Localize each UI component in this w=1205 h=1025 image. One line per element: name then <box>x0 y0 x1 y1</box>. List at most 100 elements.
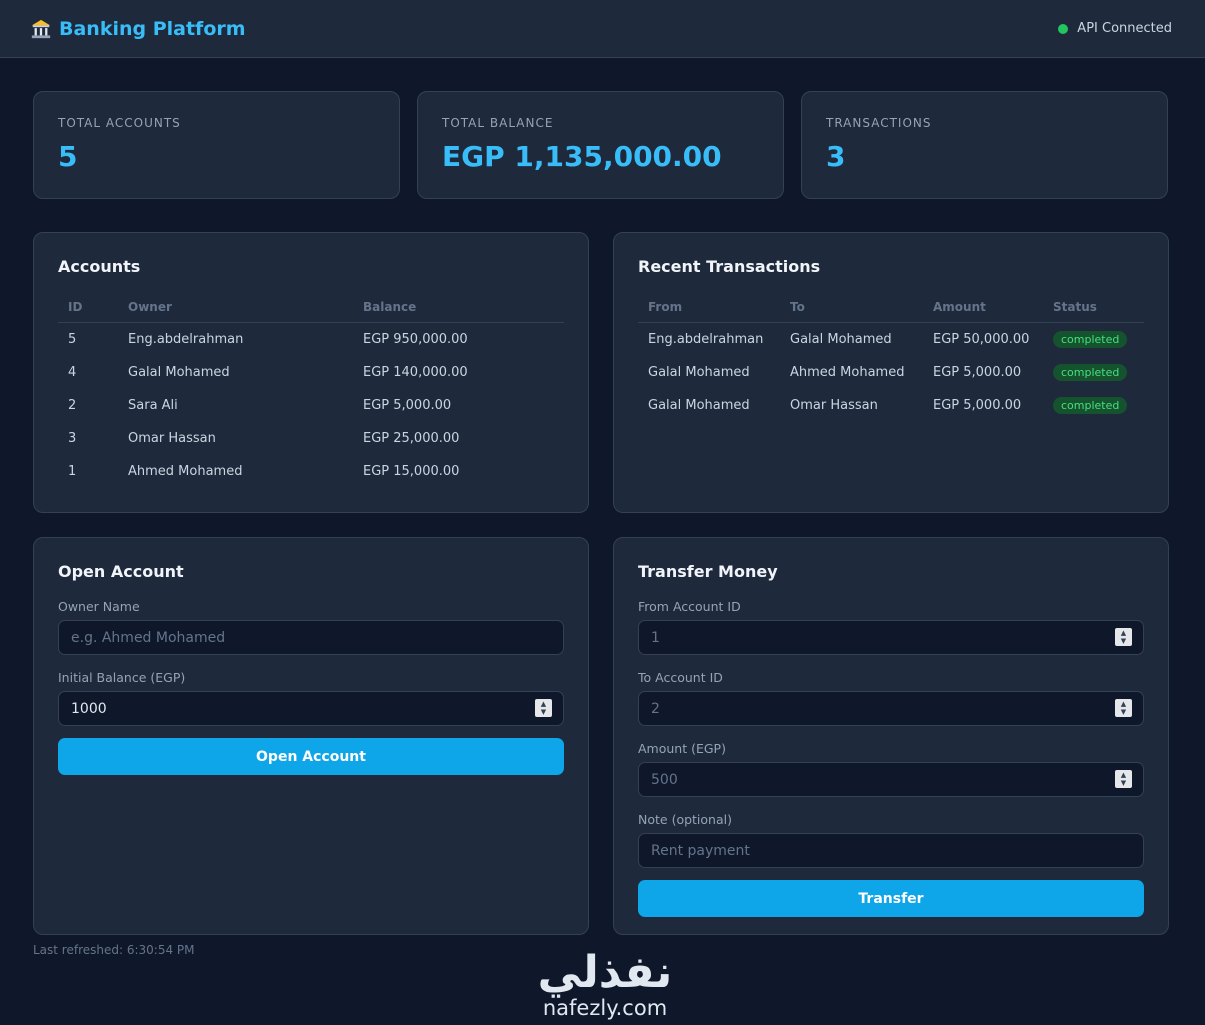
column-header-owner: Owner <box>118 300 353 323</box>
note-input[interactable] <box>638 833 1144 868</box>
account-balance: EGP 5,000.00 <box>363 397 452 413</box>
transfer-button[interactable]: Transfer <box>638 880 1144 917</box>
number-spinner[interactable]: ▲ ▼ <box>1115 628 1132 646</box>
last-refreshed: Last refreshed: 6:30:54 PM <box>33 943 195 957</box>
amount-input[interactable] <box>638 762 1144 797</box>
transaction-from: Galal Mohamed <box>648 397 750 413</box>
transaction-to: Galal Mohamed <box>790 331 892 347</box>
table-row: Eng.abdelrahman Galal Mohamed EGP 50,000… <box>638 323 1144 356</box>
transfer-panel: Transfer Money From Account ID ▲ ▼ To Ac… <box>613 537 1169 935</box>
chevron-up-icon[interactable]: ▲ <box>1121 629 1126 637</box>
watermark-logo: نفذلي nafezly.com <box>525 947 685 1021</box>
transfer-title: Transfer Money <box>638 562 778 581</box>
column-header-to: To <box>780 300 923 323</box>
owner-name-input[interactable] <box>58 620 564 655</box>
account-id: 1 <box>68 463 77 479</box>
account-id: 3 <box>68 430 77 446</box>
table-header-row: From To Amount Status <box>638 300 1144 323</box>
note-group: Note (optional) <box>638 812 1144 868</box>
column-header-balance: Balance <box>353 300 564 323</box>
account-id: 5 <box>68 331 77 347</box>
number-spinner[interactable]: ▲ ▼ <box>1115 770 1132 788</box>
open-account-button[interactable]: Open Account <box>58 738 564 775</box>
transactions-panel: Recent Transactions From To Amount Statu… <box>613 232 1169 513</box>
initial-balance-input[interactable] <box>58 691 564 726</box>
top-bar: Banking Platform API Connected <box>0 0 1205 58</box>
transaction-from: Eng.abdelrahman <box>648 331 764 347</box>
account-owner: Sara Ali <box>128 397 178 413</box>
from-account-group: From Account ID ▲ ▼ <box>638 599 1144 655</box>
watermark-arabic: نفذلي <box>537 947 673 998</box>
stat-value: 5 <box>58 140 78 173</box>
from-account-input[interactable] <box>638 620 1144 655</box>
transactions-title: Recent Transactions <box>638 257 821 276</box>
stat-card-total-accounts: TOTAL ACCOUNTS 5 <box>33 91 400 199</box>
status-badge: completed <box>1053 330 1128 348</box>
bank-icon <box>31 19 51 38</box>
status-badge: completed <box>1053 363 1128 381</box>
table-row: 3 Omar Hassan EGP 25,000.00 <box>58 422 564 455</box>
stat-card-total-balance: TOTAL BALANCE EGP 1,135,000.00 <box>417 91 784 199</box>
stat-label: TOTAL ACCOUNTS <box>58 116 181 130</box>
transaction-status-cell: completed <box>1043 323 1144 356</box>
table-row: 2 Sara Ali EGP 5,000.00 <box>58 389 564 422</box>
transfer-actions: Transfer <box>638 880 1144 917</box>
chevron-down-icon[interactable]: ▼ <box>1121 779 1126 787</box>
open-account-title: Open Account <box>58 562 184 581</box>
number-spinner[interactable]: ▲ ▼ <box>535 699 552 717</box>
transaction-status-cell: completed <box>1043 389 1144 422</box>
to-account-label: To Account ID <box>638 670 723 685</box>
amount-wrapper: ▲ ▼ <box>638 762 1144 797</box>
accounts-table: ID Owner Balance 5 Eng.abdelrahman EGP 9… <box>58 300 564 488</box>
column-header-amount: Amount <box>923 300 1043 323</box>
api-status-text: API Connected <box>1077 21 1172 36</box>
stat-value: 3 <box>826 140 846 173</box>
account-owner: Eng.abdelrahman <box>128 331 244 347</box>
table-row: 4 Galal Mohamed EGP 140,000.00 <box>58 356 564 389</box>
open-account-actions: Open Account <box>58 738 564 775</box>
transaction-status-cell: completed <box>1043 356 1144 389</box>
account-balance: EGP 950,000.00 <box>363 331 468 347</box>
chevron-down-icon[interactable]: ▼ <box>541 708 546 716</box>
table-row: Galal Mohamed Omar Hassan EGP 5,000.00 c… <box>638 389 1144 422</box>
table-row: Galal Mohamed Ahmed Mohamed EGP 5,000.00… <box>638 356 1144 389</box>
chevron-up-icon[interactable]: ▲ <box>1121 771 1126 779</box>
number-spinner[interactable]: ▲ ▼ <box>1115 699 1132 717</box>
accounts-panel: Accounts ID Owner Balance 5 Eng.abdelrah… <box>33 232 589 513</box>
column-header-from: From <box>638 300 780 323</box>
table-header-row: ID Owner Balance <box>58 300 564 323</box>
account-id: 2 <box>68 397 77 413</box>
chevron-down-icon[interactable]: ▼ <box>1121 708 1126 716</box>
amount-label: Amount (EGP) <box>638 741 726 756</box>
account-owner: Galal Mohamed <box>128 364 230 380</box>
account-balance: EGP 25,000.00 <box>363 430 460 446</box>
stat-value: EGP 1,135,000.00 <box>442 140 722 173</box>
initial-balance-label: Initial Balance (EGP) <box>58 670 186 685</box>
api-status: API Connected <box>1058 21 1172 36</box>
transactions-table: From To Amount Status Eng.abdelrahman Ga… <box>638 300 1144 422</box>
account-id: 4 <box>68 364 77 380</box>
chevron-up-icon[interactable]: ▲ <box>1121 700 1126 708</box>
accounts-title: Accounts <box>58 257 141 276</box>
stat-label: TRANSACTIONS <box>826 116 932 130</box>
account-balance: EGP 140,000.00 <box>363 364 468 380</box>
owner-name-group: Owner Name <box>58 599 564 655</box>
watermark-latin: nafezly.com <box>542 996 668 1020</box>
app-title: Banking Platform <box>59 17 246 40</box>
owner-name-label: Owner Name <box>58 599 140 614</box>
column-header-id: ID <box>58 300 118 323</box>
to-account-wrapper: ▲ ▼ <box>638 691 1144 726</box>
account-owner: Ahmed Mohamed <box>128 463 243 479</box>
initial-balance-wrapper: ▲ ▼ <box>58 691 564 726</box>
account-balance: EGP 15,000.00 <box>363 463 460 479</box>
transaction-amount: EGP 50,000.00 <box>933 331 1030 347</box>
transaction-amount: EGP 5,000.00 <box>933 397 1022 413</box>
chevron-down-icon[interactable]: ▼ <box>1121 637 1126 645</box>
stat-card-transactions: TRANSACTIONS 3 <box>801 91 1168 199</box>
from-account-wrapper: ▲ ▼ <box>638 620 1144 655</box>
chevron-up-icon[interactable]: ▲ <box>541 700 546 708</box>
to-account-input[interactable] <box>638 691 1144 726</box>
note-label: Note (optional) <box>638 812 732 827</box>
brand: Banking Platform <box>30 18 246 40</box>
account-owner: Omar Hassan <box>128 430 216 446</box>
